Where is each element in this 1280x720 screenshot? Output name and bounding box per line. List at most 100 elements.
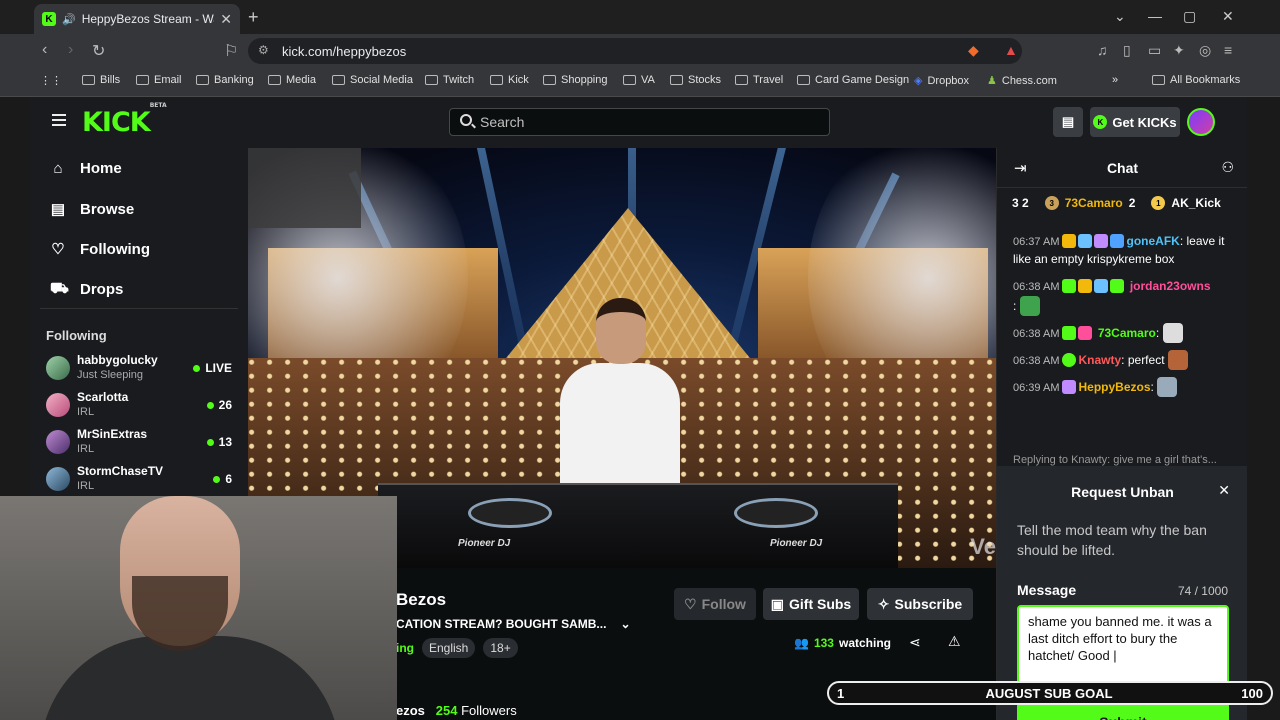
share-icon[interactable]: ⋖ bbox=[909, 634, 921, 651]
apps-icon[interactable]: ⋮⋮ bbox=[40, 74, 62, 87]
character-count: 74 / 1000 bbox=[1177, 584, 1228, 598]
gift-subs-button[interactable]: ▣ Gift Subs bbox=[763, 588, 859, 620]
bookmark-email[interactable]: Email bbox=[136, 74, 182, 86]
url-text: kick.com/heppybezos bbox=[282, 43, 407, 59]
folder-icon bbox=[332, 75, 345, 85]
leo-icon[interactable]: ✦ bbox=[1173, 42, 1185, 59]
site-info-icon[interactable]: ⚙ bbox=[258, 43, 269, 57]
pioneer-label: Pioneer DJ bbox=[770, 538, 823, 549]
followed-channel[interactable]: StormChaseTV IRL 6 bbox=[46, 464, 236, 498]
following-heading: Following bbox=[46, 328, 107, 343]
folder-icon bbox=[136, 75, 149, 85]
folder-icon bbox=[623, 75, 636, 85]
address-bar[interactable]: ⚙ kick.com/heppybezos bbox=[248, 38, 1022, 64]
followed-channel[interactable]: MrSinExtras IRL 13 bbox=[46, 427, 236, 461]
follow-button[interactable]: ♡ Follow bbox=[674, 588, 756, 620]
bookmarks-bar: ⋮⋮ Bills Email Banking Media Social Medi… bbox=[0, 68, 1280, 97]
bookmark-icon[interactable]: ⚐ bbox=[224, 41, 238, 61]
bookmark-bills[interactable]: Bills bbox=[82, 74, 120, 86]
menu-icon[interactable]: ≡ bbox=[1224, 42, 1232, 58]
more-bookmarks-icon[interactable]: » bbox=[1112, 74, 1118, 86]
bookmark-shopping[interactable]: Shopping bbox=[543, 74, 608, 86]
tag-mature[interactable]: 18+ bbox=[483, 638, 518, 658]
followed-channel[interactable]: habbygolucky Just Sleeping LIVE bbox=[46, 353, 236, 387]
now-playing-overlay bbox=[248, 148, 361, 228]
brave-rewards-icon[interactable]: ▲ bbox=[1004, 42, 1018, 58]
all-bookmarks[interactable]: All Bookmarks bbox=[1152, 74, 1240, 86]
layout-icon: ▤ bbox=[1061, 114, 1075, 129]
browser-chrome: K 🔊 HeppyBezos Stream - Watch ✕ + ⌄ — ▢ … bbox=[0, 0, 1280, 97]
music-icon[interactable]: ♫ bbox=[1097, 42, 1108, 58]
sidebar-item-following[interactable]: ♡ Following bbox=[50, 240, 150, 259]
category-text[interactable]: ing bbox=[396, 638, 414, 658]
unban-message-field[interactable] bbox=[1017, 605, 1229, 688]
stream-title[interactable]: CATION STREAM? BOUGHT SAMB... ⌄ bbox=[396, 617, 631, 631]
new-tab-icon[interactable]: + bbox=[248, 7, 259, 28]
chat-users-icon[interactable]: ⚇ bbox=[1221, 159, 1234, 176]
bookmark-card-game-design[interactable]: Card Game Design bbox=[797, 74, 909, 86]
bookmark-media[interactable]: Media bbox=[268, 74, 316, 86]
tag-language[interactable]: English bbox=[422, 638, 476, 658]
brave-shield-icon[interactable]: ◆ bbox=[968, 42, 979, 59]
chevron-down-icon[interactable]: ⌄ bbox=[620, 617, 630, 631]
crown-badge-icon bbox=[1078, 279, 1093, 293]
sidebar-item-home[interactable]: ⌂ Home bbox=[50, 160, 121, 177]
tab-search-icon[interactable]: ⌄ bbox=[1114, 8, 1126, 25]
nav-bar: ‹ › ↻ ⚐ ⚙ kick.com/heppybezos ◆ ▲ ♫ ▯ ▭ … bbox=[0, 34, 1280, 68]
top-gifters: 3 2 3 73Camaro 2 1 AK_Kick bbox=[1012, 196, 1221, 210]
maximize-icon[interactable]: ▢ bbox=[1183, 8, 1196, 25]
gifter-badge-icon: 1 bbox=[1151, 196, 1166, 210]
reload-icon[interactable]: ↻ bbox=[92, 41, 105, 61]
sidebar-toggle-icon[interactable]: ▯ bbox=[1123, 42, 1131, 59]
pioneer-label: Pioneer DJ bbox=[458, 538, 511, 549]
avatar bbox=[46, 393, 70, 417]
webcam-overlay bbox=[0, 496, 397, 720]
wallet-icon[interactable]: ▭ bbox=[1148, 42, 1161, 59]
bookmark-chess[interactable]: ♟ Chess.com bbox=[987, 74, 1057, 88]
emote bbox=[1167, 350, 1188, 370]
bookmark-stocks[interactable]: Stocks bbox=[670, 74, 721, 86]
streamer-name[interactable]: Bezos bbox=[396, 590, 446, 610]
dropbox-icon: ◈ bbox=[914, 75, 923, 87]
bookmark-twitch[interactable]: Twitch bbox=[425, 74, 474, 86]
layout-toggle-button[interactable]: ▤ bbox=[1053, 107, 1083, 137]
unban-description: Tell the mod team why the ban should be … bbox=[1017, 522, 1207, 558]
hamburger-menu-icon[interactable] bbox=[52, 114, 66, 126]
folder-icon bbox=[425, 75, 438, 85]
bookmark-travel[interactable]: Travel bbox=[735, 74, 783, 86]
subscribe-button[interactable]: ✧ Subscribe bbox=[867, 588, 973, 620]
sub-months-badge-icon bbox=[1062, 279, 1077, 293]
search-input[interactable]: Search bbox=[449, 108, 830, 136]
bookmark-banking[interactable]: Banking bbox=[196, 74, 254, 86]
sidebar-item-browse[interactable]: ▤ Browse bbox=[50, 200, 134, 219]
kick-logo[interactable]: KICKBETA bbox=[82, 102, 167, 138]
site-header: KICKBETA Search ▤ K Get KICKs bbox=[30, 97, 1247, 148]
bookmark-kick[interactable]: Kick bbox=[490, 74, 529, 86]
bookmark-va[interactable]: VA bbox=[623, 74, 655, 86]
close-icon[interactable]: ✕ bbox=[1218, 482, 1230, 499]
get-kicks-button[interactable]: K Get KICKs bbox=[1090, 107, 1180, 137]
heart-icon: ♡ bbox=[51, 241, 65, 258]
emote bbox=[1019, 296, 1040, 316]
sub-badge-icon bbox=[1078, 234, 1093, 248]
home-icon: ⌂ bbox=[53, 160, 63, 177]
user-avatar[interactable] bbox=[1187, 108, 1215, 136]
report-icon[interactable]: ⚠ bbox=[948, 633, 961, 650]
bookmark-social-media[interactable]: Social Media bbox=[332, 74, 413, 86]
star-icon: ✧ bbox=[877, 595, 890, 612]
close-window-icon[interactable]: ✕ bbox=[1222, 8, 1234, 25]
forward-icon[interactable]: › bbox=[68, 41, 73, 59]
chat-message: 06:37 AM goneAFK: leave it like an empty … bbox=[1013, 234, 1225, 266]
search-placeholder: Search bbox=[480, 114, 525, 130]
emote bbox=[1162, 323, 1183, 343]
close-tab-icon[interactable]: ✕ bbox=[220, 11, 232, 28]
chat-title: Chat bbox=[1106, 160, 1139, 176]
bookmark-dropbox[interactable]: ◈ Dropbox bbox=[914, 74, 969, 88]
folder-icon bbox=[797, 75, 810, 85]
back-icon[interactable]: ‹ bbox=[42, 41, 47, 59]
vpn-icon[interactable]: ◎ bbox=[1199, 42, 1211, 59]
followed-channel[interactable]: Scarlotta IRL 26 bbox=[46, 390, 236, 424]
sidebar-item-drops[interactable]: ⛟ Drops bbox=[50, 280, 123, 299]
minimize-icon[interactable]: — bbox=[1148, 8, 1162, 24]
browser-tab[interactable]: K 🔊 HeppyBezos Stream - Watch ✕ bbox=[34, 4, 240, 34]
